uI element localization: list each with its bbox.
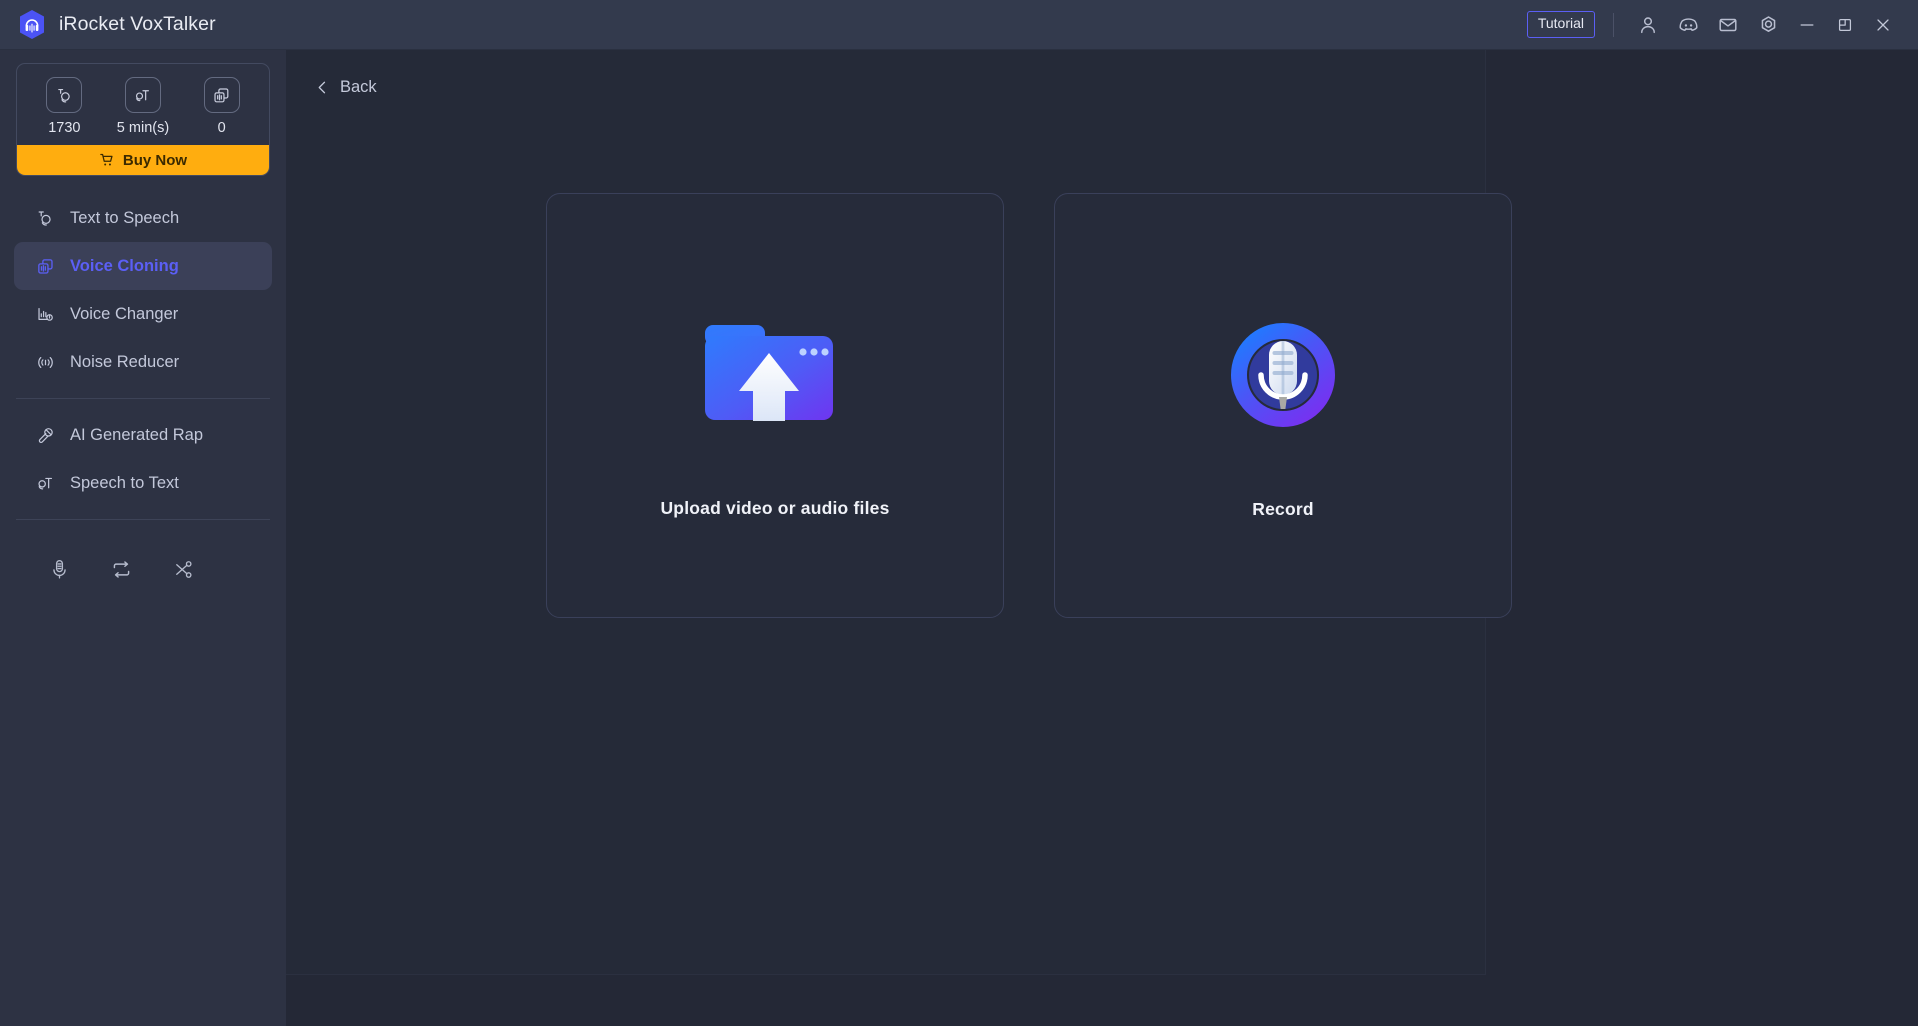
credit-voice-clone[interactable]: 0 bbox=[192, 77, 252, 136]
mail-icon[interactable] bbox=[1708, 5, 1748, 45]
text-to-speech-credit-icon bbox=[46, 77, 83, 113]
voice-changer-icon bbox=[34, 303, 56, 325]
sidebar-tool-row bbox=[0, 548, 286, 590]
sidebar-divider bbox=[16, 398, 270, 399]
sidebar-item-speech-to-text[interactable]: Speech to Text bbox=[14, 459, 272, 507]
sidebar-divider-bottom bbox=[16, 519, 270, 520]
back-label: Back bbox=[340, 78, 377, 96]
noise-reducer-icon bbox=[34, 351, 56, 373]
sidebar-item-voice-cloning[interactable]: Voice Cloning bbox=[14, 242, 272, 290]
text-to-speech-icon bbox=[34, 207, 56, 229]
record-card-label: Record bbox=[1252, 499, 1314, 519]
chevron-left-icon bbox=[314, 79, 331, 96]
credit-value: 5 min(s) bbox=[116, 120, 170, 136]
main-content: Back Upload video or audio files Record bbox=[286, 50, 1918, 1026]
sidebar-item-voice-changer[interactable]: Voice Changer bbox=[14, 290, 272, 338]
close-button[interactable] bbox=[1864, 5, 1902, 45]
buy-now-button[interactable]: Buy Now bbox=[17, 145, 269, 175]
record-card[interactable]: Record bbox=[1054, 193, 1512, 618]
scissors-icon[interactable] bbox=[152, 548, 214, 590]
sidebar-item-ai-generated-rap[interactable]: AI Generated Rap bbox=[14, 411, 272, 459]
sidebar-item-label: Voice Changer bbox=[70, 304, 179, 323]
microphone-record-icon bbox=[1213, 291, 1353, 471]
app-title: iRocket VoxTalker bbox=[59, 13, 216, 35]
title-bar: iRocket VoxTalker Tutorial bbox=[0, 0, 1918, 50]
sidebar-nav: Text to Speech Voice Cloning Voice Chang… bbox=[0, 194, 286, 590]
sidebar-item-noise-reducer[interactable]: Noise Reducer bbox=[14, 338, 272, 386]
settings-icon[interactable] bbox=[1748, 5, 1788, 45]
credit-text-to-speech[interactable]: 1730 bbox=[34, 77, 94, 136]
sidebar-item-label: Voice Cloning bbox=[70, 256, 179, 275]
voice-cloning-icon bbox=[34, 255, 56, 277]
credit-speech-to-text[interactable]: 5 min(s) bbox=[113, 77, 173, 136]
action-cards: Upload video or audio files Record bbox=[286, 193, 1772, 618]
loop-icon[interactable] bbox=[90, 548, 152, 590]
speech-to-text-credit-icon bbox=[124, 77, 161, 113]
minimize-button[interactable] bbox=[1788, 5, 1826, 45]
body-row: 1730 5 min(s) 0 Buy Now Text to Speech V… bbox=[0, 50, 1918, 1026]
sidebar: 1730 5 min(s) 0 Buy Now Text to Speech V… bbox=[0, 50, 286, 1026]
credit-value: 1730 bbox=[48, 120, 81, 136]
microphone-icon[interactable] bbox=[28, 548, 90, 590]
headphones-hexagon-logo-icon bbox=[18, 9, 46, 40]
voice-clone-credit-icon bbox=[203, 77, 240, 113]
back-button[interactable]: Back bbox=[314, 78, 377, 97]
sidebar-item-label: Noise Reducer bbox=[70, 352, 180, 371]
upload-folder-icon bbox=[695, 292, 855, 472]
sidebar-item-label: AI Generated Rap bbox=[70, 425, 203, 444]
speech-to-text-icon bbox=[34, 472, 56, 494]
ai-generated-rap-icon bbox=[34, 424, 56, 446]
tutorial-button[interactable]: Tutorial bbox=[1526, 11, 1595, 38]
app-window: iRocket VoxTalker Tutorial 1730 5 min(s)… bbox=[0, 0, 1918, 1026]
titlebar-divider bbox=[1613, 12, 1614, 37]
credits-row: 1730 5 min(s) 0 bbox=[17, 64, 269, 145]
upload-card[interactable]: Upload video or audio files bbox=[546, 193, 1004, 618]
sidebar-item-text-to-speech[interactable]: Text to Speech bbox=[14, 194, 272, 242]
credits-card: 1730 5 min(s) 0 Buy Now bbox=[16, 63, 270, 176]
maximize-button[interactable] bbox=[1826, 5, 1864, 45]
title-bar-left: iRocket VoxTalker bbox=[0, 9, 216, 40]
account-icon[interactable] bbox=[1628, 5, 1668, 45]
discord-icon[interactable] bbox=[1668, 5, 1708, 45]
upload-card-label: Upload video or audio files bbox=[660, 498, 890, 518]
title-bar-right: Tutorial bbox=[1526, 5, 1918, 45]
breadcrumb: Back bbox=[286, 50, 1918, 97]
sidebar-item-label: Text to Speech bbox=[70, 208, 180, 227]
buy-now-label: Buy Now bbox=[122, 151, 188, 169]
sidebar-item-label: Speech to Text bbox=[70, 473, 179, 492]
cart-icon bbox=[99, 152, 115, 168]
credit-value: 0 bbox=[217, 120, 226, 136]
